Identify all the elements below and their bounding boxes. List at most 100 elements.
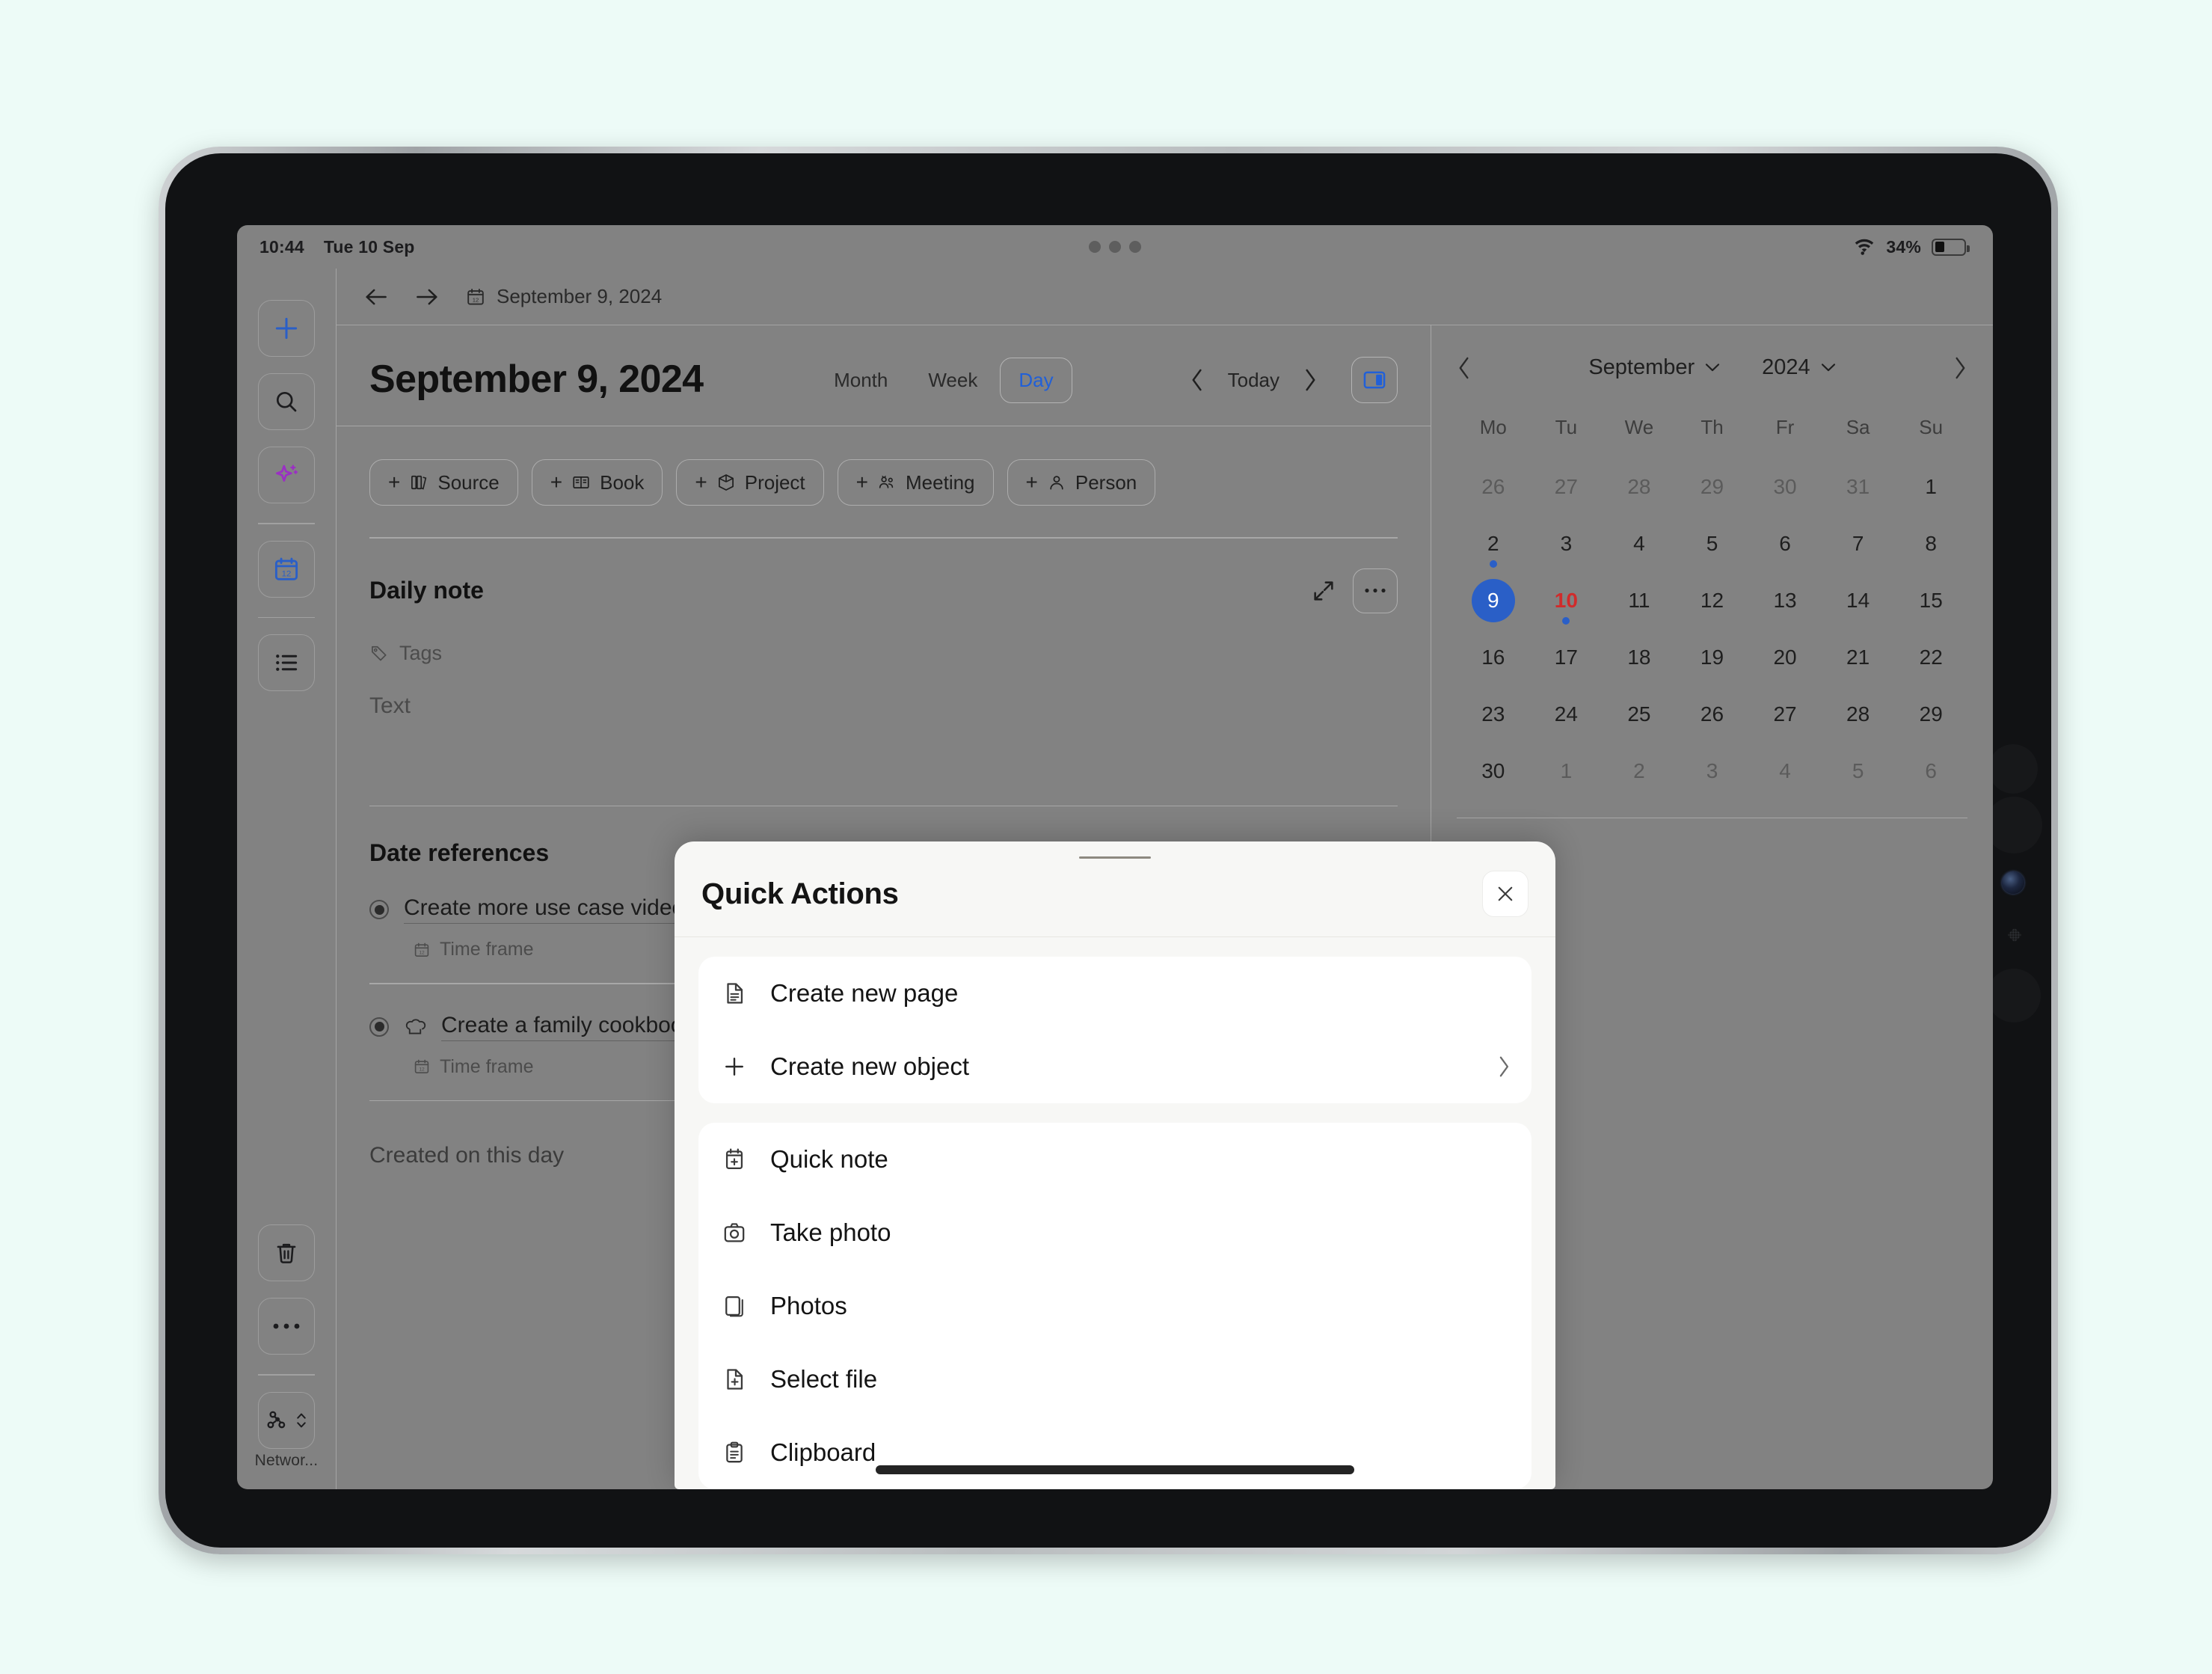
calendar-day-cell[interactable]: 30: [1748, 459, 1822, 515]
tab-day[interactable]: Day: [1000, 357, 1072, 403]
sidebar-item-all-objects[interactable]: [258, 634, 315, 692]
calendar-day-cell[interactable]: 30: [1457, 743, 1530, 800]
calendar-day-cell[interactable]: 12: [1676, 572, 1749, 629]
menu-item-quick-note[interactable]: Quick note: [698, 1123, 1531, 1196]
calendar-day-number: 28: [1627, 475, 1651, 498]
chip-add-meeting[interactable]: + Meeting: [837, 459, 994, 506]
calendar-day-cell[interactable]: 21: [1822, 629, 1895, 686]
sidebar-item-create-new[interactable]: [258, 300, 315, 357]
relation-chip-row: + Source + Book + Project + Meeting + Pe…: [369, 426, 1398, 506]
file-plus-icon: [719, 1367, 749, 1392]
breadcrumb[interactable]: 12 September 9, 2024: [465, 285, 662, 308]
calendar-day-cell[interactable]: 6: [1748, 515, 1822, 572]
sidebar-item-calendar[interactable]: 12: [258, 540, 315, 598]
calendar-day-cell[interactable]: 16: [1457, 629, 1530, 686]
sidebar-panel-icon[interactable]: [1351, 357, 1398, 403]
chip-add-project[interactable]: + Project: [676, 459, 824, 506]
calendar-grid: Mo Tu We Th Fr Sa Su 26 27 28 29 30 31 1 2 3 4 5 6 7 8 9 10 11 1…: [1457, 416, 1967, 800]
calendar-day-cell[interactable]: 24: [1530, 686, 1603, 743]
calendar-day-cell[interactable]: 6: [1894, 743, 1967, 800]
calendar-day-cell[interactable]: 4: [1748, 743, 1822, 800]
chevron-left-icon[interactable]: [1189, 368, 1205, 392]
calendar-day-cell[interactable]: 3: [1530, 515, 1603, 572]
calendar-day-cell[interactable]: 1: [1530, 743, 1603, 800]
radio-selected-icon[interactable]: [369, 1017, 389, 1037]
calendar-day-cell[interactable]: 1: [1894, 459, 1967, 515]
calendar-day-cell[interactable]: 26: [1676, 686, 1749, 743]
menu-item-clipboard[interactable]: Clipboard: [698, 1416, 1531, 1489]
menu-item-select-file[interactable]: Select file: [698, 1343, 1531, 1416]
chip-add-book[interactable]: + Book: [531, 459, 663, 506]
calendar-12-icon: 12: [413, 941, 431, 959]
trash-icon: [273, 1239, 300, 1266]
calendar-day-cell[interactable]: 18: [1603, 629, 1676, 686]
year-select[interactable]: 2024: [1762, 355, 1836, 380]
calendar-day-cell[interactable]: 13: [1748, 572, 1822, 629]
tab-week[interactable]: Week: [910, 358, 995, 402]
calendar-day-cell[interactable]: 22: [1894, 629, 1967, 686]
today-button[interactable]: Today: [1228, 369, 1279, 392]
calendar-day-cell[interactable]: 17: [1530, 629, 1603, 686]
note-text-placeholder[interactable]: Text: [369, 693, 1398, 719]
calendar-day-cell[interactable]: 25: [1603, 686, 1676, 743]
calendar-day-cell[interactable]: 15: [1894, 572, 1967, 629]
sidebar-item-more[interactable]: [258, 1298, 315, 1355]
calendar-day-number: 1: [1560, 759, 1573, 782]
calendar-day-cell[interactable]: 3: [1676, 743, 1749, 800]
calendar-day-cell[interactable]: 10: [1530, 572, 1603, 629]
calendar-day-cell[interactable]: 9: [1457, 572, 1530, 629]
sidebar-item-search[interactable]: [258, 373, 315, 430]
calendar-day-cell[interactable]: 8: [1894, 515, 1967, 572]
calendar-day-number: 14: [1846, 589, 1870, 612]
radio-selected-icon[interactable]: [369, 900, 389, 920]
calendar-day-cell[interactable]: 20: [1748, 629, 1822, 686]
menu-item-label: Select file: [770, 1365, 878, 1393]
tab-month[interactable]: Month: [816, 358, 906, 402]
daily-note-more-button[interactable]: [1353, 568, 1398, 613]
chip-add-person[interactable]: + Person: [1007, 459, 1156, 506]
calendar-day-cell[interactable]: 27: [1530, 459, 1603, 515]
calendar-day-cell[interactable]: 27: [1748, 686, 1822, 743]
arrow-right-icon[interactable]: [414, 286, 440, 307]
calendar-day-cell[interactable]: 5: [1676, 515, 1749, 572]
expand-icon[interactable]: [1311, 578, 1336, 604]
calendar-day-cell[interactable]: 23: [1457, 686, 1530, 743]
menu-item-take-photo[interactable]: Take photo: [698, 1196, 1531, 1269]
chevron-right-icon[interactable]: [1953, 356, 1967, 380]
calendar-day-number: 5: [1852, 759, 1864, 782]
chevron-right-icon[interactable]: [1302, 368, 1318, 392]
menu-item-create-new-object[interactable]: Create new object: [698, 1030, 1531, 1103]
list-icon: [272, 649, 301, 677]
close-button[interactable]: [1482, 871, 1529, 917]
calendar-day-cell[interactable]: 2: [1457, 515, 1530, 572]
calendar-day-cell[interactable]: 28: [1822, 686, 1895, 743]
calendar-day-cell[interactable]: 11: [1603, 572, 1676, 629]
calendar-day-cell[interactable]: 28: [1603, 459, 1676, 515]
home-indicator[interactable]: [876, 1465, 1354, 1474]
calendar-day-cell[interactable]: 2: [1603, 743, 1676, 800]
calendar-day-cell[interactable]: 29: [1894, 686, 1967, 743]
speaker-hole-top: [1988, 744, 2038, 794]
month-select[interactable]: September: [1588, 355, 1720, 380]
sidebar-item-bin[interactable]: [258, 1224, 315, 1282]
calendar-day-cell[interactable]: 5: [1822, 743, 1895, 800]
chevron-left-icon[interactable]: [1457, 356, 1472, 380]
tags-property-row[interactable]: Tags: [369, 642, 1398, 665]
calendar-day-cell[interactable]: 26: [1457, 459, 1530, 515]
calendar-day-cell[interactable]: 29: [1676, 459, 1749, 515]
sheet-group-capture: Quick note Take photo Photos Select file…: [698, 1123, 1531, 1489]
chip-add-source[interactable]: + Source: [369, 459, 518, 506]
date-reference-label[interactable]: Create more use case videos: [404, 895, 696, 925]
sidebar-item-network[interactable]: [258, 1392, 315, 1449]
menu-item-photos[interactable]: Photos: [698, 1269, 1531, 1343]
calendar-day-cell[interactable]: 4: [1603, 515, 1676, 572]
calendar-day-cell[interactable]: 14: [1822, 572, 1895, 629]
arrow-left-icon[interactable]: [363, 286, 389, 307]
sidebar-item-ai-assistant[interactable]: [258, 447, 315, 503]
date-reference-label[interactable]: Create a family cookbook: [441, 1013, 695, 1041]
calendar-day-cell[interactable]: 19: [1676, 629, 1749, 686]
menu-item-create-new-page[interactable]: Create new page: [698, 957, 1531, 1030]
calendar-day-cell[interactable]: 7: [1822, 515, 1895, 572]
calendar-day-cell[interactable]: 31: [1822, 459, 1895, 515]
multitasking-dots-icon[interactable]: [1089, 241, 1141, 253]
